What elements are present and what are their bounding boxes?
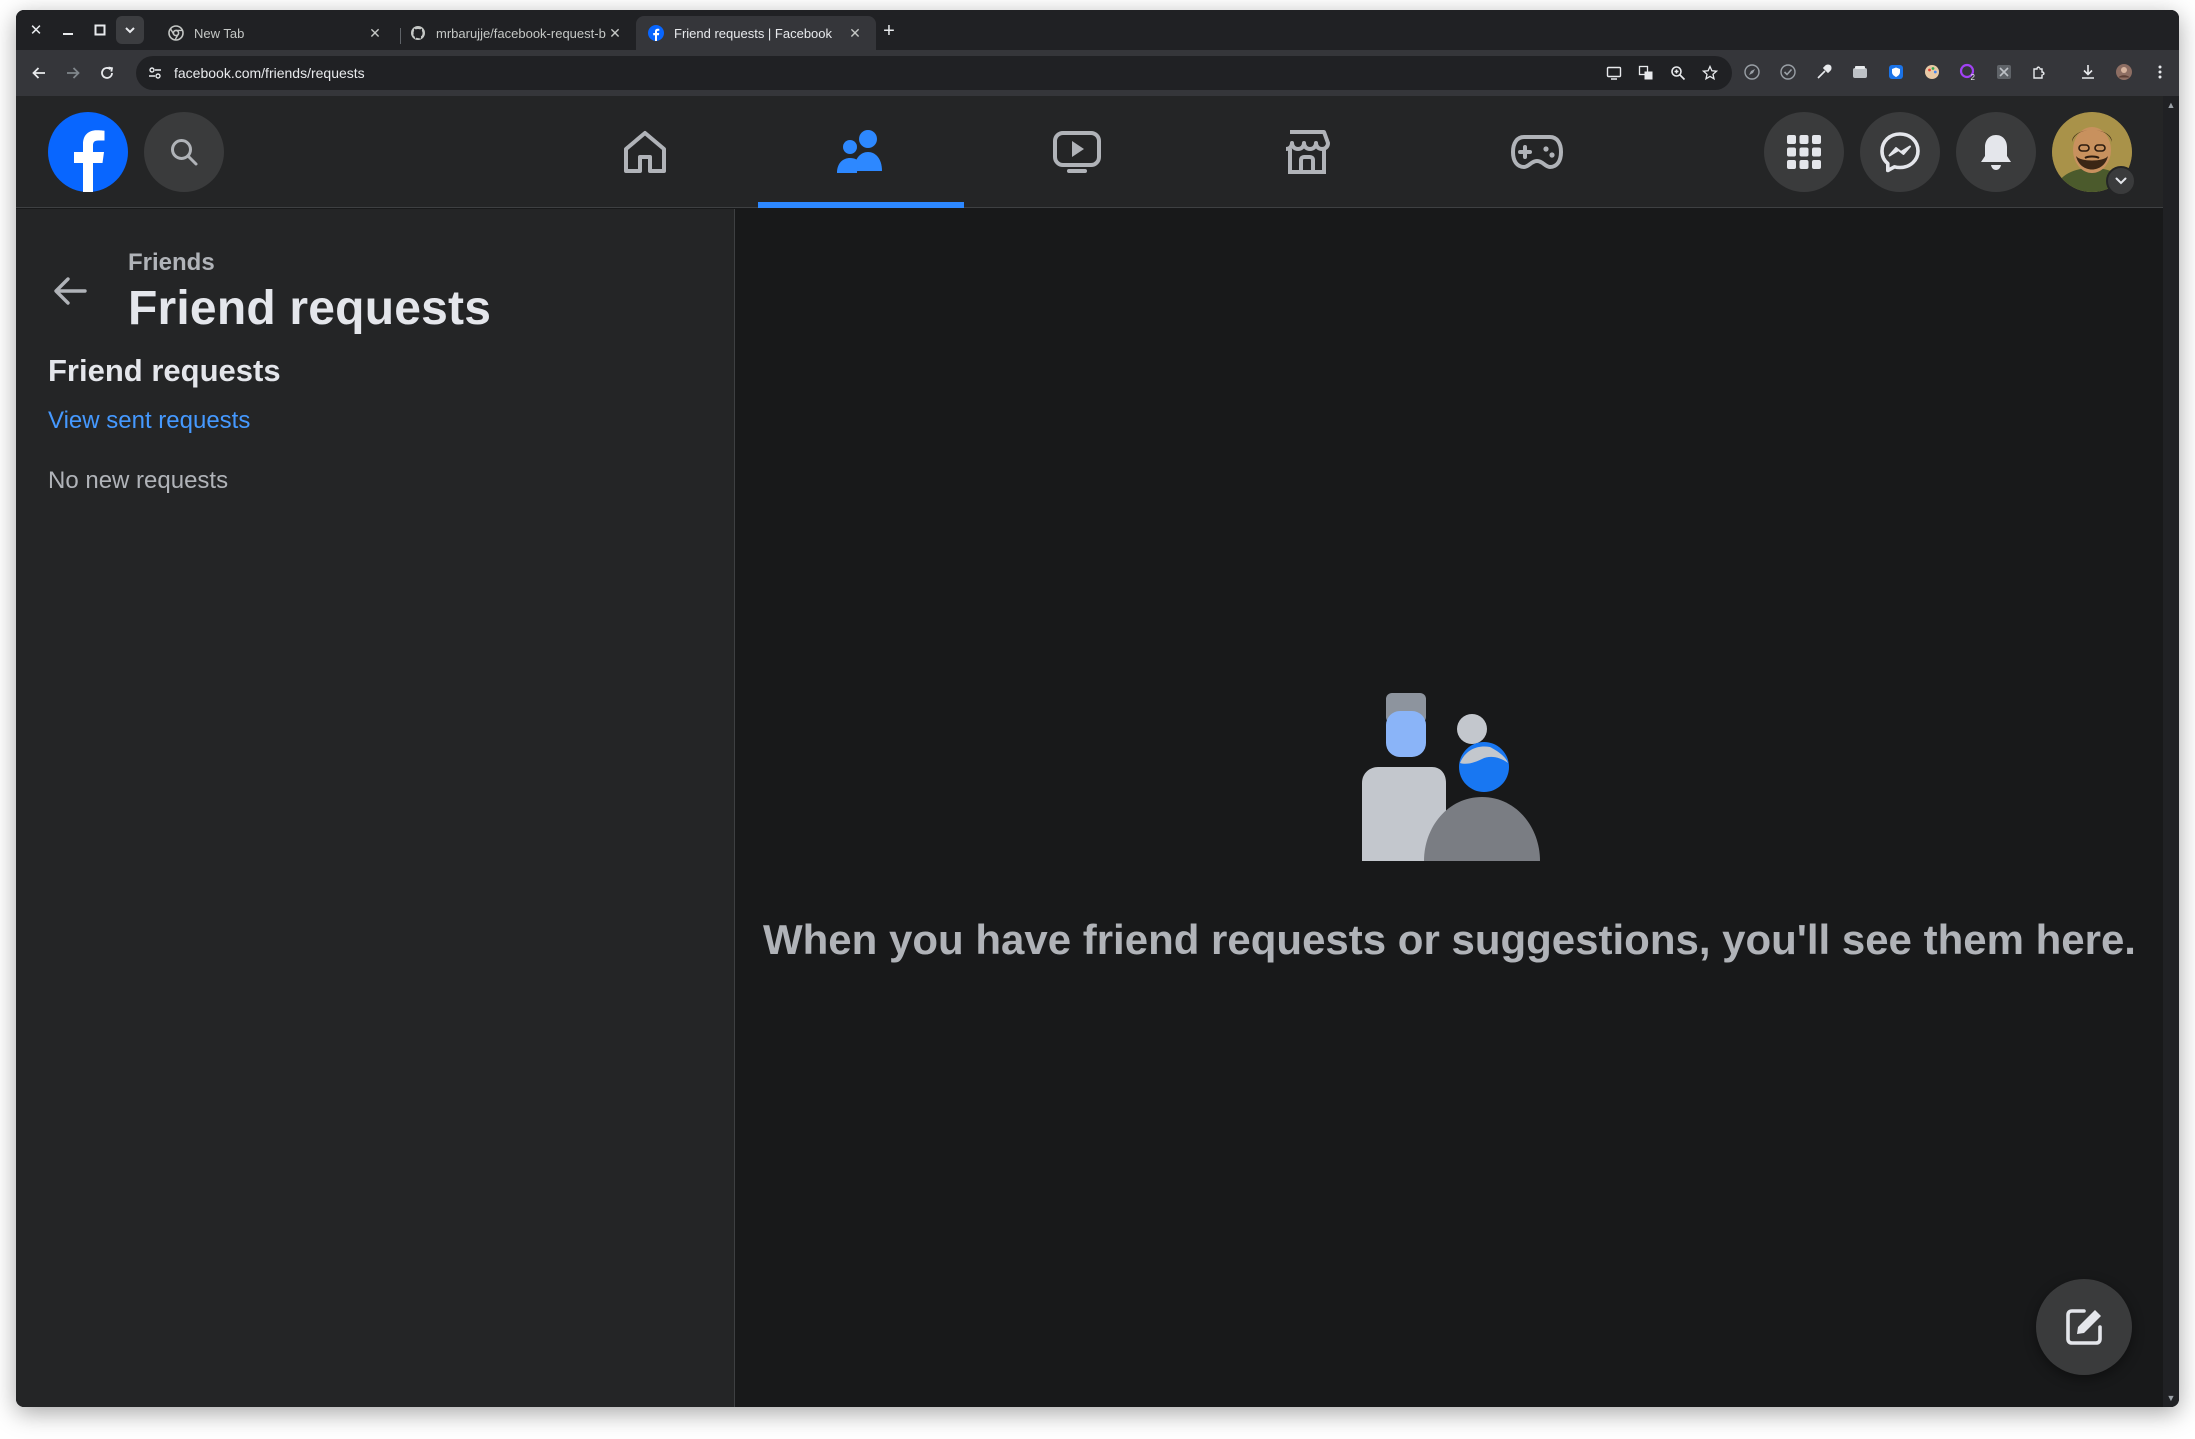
tab-search-icon[interactable] (116, 16, 144, 44)
tab-new-tab[interactable]: New Tab ✕ (156, 16, 396, 50)
download-icon[interactable] (2076, 60, 2100, 84)
friends-icon (837, 130, 882, 173)
new-tab-icon[interactable]: + (878, 20, 900, 42)
maximize-window-icon[interactable] (88, 18, 112, 42)
marketplace-icon (1285, 130, 1330, 174)
browser-window: ✕ New Tab ✕ mrbarujje/facebook-request-b… (16, 10, 2179, 1407)
tab-github[interactable]: mrbarujje/facebook-request-b ✕ (398, 16, 636, 50)
browser-menu-icon[interactable] (2148, 60, 2172, 84)
bookmark-star-icon[interactable] (1698, 61, 1722, 85)
watch-icon (1053, 131, 1101, 173)
nav-gaming[interactable] (1434, 96, 1640, 208)
github-icon (411, 26, 425, 40)
messenger-button[interactable] (1860, 112, 1940, 192)
facebook-icon (648, 25, 664, 41)
nav-watch[interactable] (974, 96, 1180, 208)
translate-icon[interactable] (1634, 61, 1658, 85)
new-message-button[interactable] (2036, 1279, 2132, 1375)
scroll-down-icon[interactable]: ▼ (2166, 1393, 2176, 1403)
scroll-up-icon[interactable]: ▲ (2166, 100, 2176, 110)
empty-state-message: When you have friend requests or suggest… (763, 916, 2136, 963)
tab-close-icon[interactable]: ✕ (846, 24, 864, 42)
empty-requests-text: No new requests (48, 467, 229, 494)
zoom-icon[interactable] (1666, 61, 1690, 85)
nav-marketplace[interactable] (1204, 96, 1410, 208)
compass-extension-icon[interactable] (1740, 60, 1764, 84)
palette-extension-icon[interactable] (1920, 60, 1944, 84)
back-icon[interactable] (26, 60, 52, 86)
notifications-button[interactable] (1956, 112, 2036, 192)
svg-text:2: 2 (1971, 73, 1976, 81)
main-content: When you have friend requests or suggest… (736, 209, 2163, 1407)
menu-grid-icon (1787, 135, 1821, 169)
extensions-puzzle-icon[interactable] (2028, 60, 2052, 84)
tab-close-icon[interactable]: ✕ (366, 24, 384, 42)
url-text: facebook.com/friends/requests (174, 65, 365, 81)
tab-title: mrbarujje/facebook-request-b (436, 25, 606, 41)
back-arrow-icon[interactable] (48, 269, 92, 313)
tab-strip: ✕ New Tab ✕ mrbarujje/facebook-request-b… (16, 10, 2179, 50)
nav-home[interactable] (542, 96, 748, 208)
wallet-extension-icon[interactable] (1848, 60, 1872, 84)
friends-sidebar: Friends Friend requests Friend requests … (16, 209, 735, 1407)
menu-grid-button[interactable] (1764, 112, 1844, 192)
chrome-icon (168, 25, 184, 41)
badge-extension-icon[interactable]: 2 (1956, 60, 1980, 84)
close-window-icon[interactable]: ✕ (24, 18, 48, 42)
facebook-header (16, 96, 2163, 208)
minimize-window-icon[interactable] (56, 18, 80, 42)
account-menu-chevron-icon[interactable] (2106, 166, 2136, 196)
tab-title: New Tab (194, 25, 245, 41)
page-title: Friend requests (128, 282, 492, 335)
check-extension-icon[interactable] (1776, 60, 1800, 84)
tab-close-icon[interactable]: ✕ (606, 24, 624, 42)
compose-icon (2066, 1309, 2102, 1345)
friends-empty-illustration-icon (1362, 693, 1540, 861)
view-sent-requests-link[interactable]: View sent requests (48, 407, 250, 435)
section-heading: Friend requests (48, 353, 281, 388)
browser-toolbar: facebook.com/friends/requests 2 (16, 50, 2179, 96)
home-icon (624, 131, 666, 173)
eyedropper-extension-icon[interactable] (1812, 60, 1836, 84)
shield-extension-icon[interactable] (1884, 60, 1908, 84)
facebook-logo-icon[interactable] (48, 112, 128, 192)
install-app-icon[interactable] (1602, 61, 1626, 85)
search-icon[interactable] (144, 112, 224, 192)
bell-icon (1981, 135, 2011, 170)
breadcrumb[interactable]: Friends (128, 249, 215, 277)
reload-icon[interactable] (94, 60, 120, 86)
messenger-icon (1880, 132, 1920, 173)
site-info-icon[interactable] (142, 60, 168, 86)
grid-extension-icon[interactable] (1992, 60, 2016, 84)
gaming-icon (1511, 135, 1563, 169)
extensions-bar: 2 (1740, 60, 2172, 84)
tab-facebook[interactable]: Friend requests | Facebook ✕ (636, 16, 876, 50)
forward-icon[interactable] (60, 60, 86, 86)
address-bar[interactable]: facebook.com/friends/requests (136, 56, 1732, 90)
nav-friends[interactable] (758, 96, 964, 208)
page-scrollbar[interactable]: ▲ ▼ (2163, 96, 2179, 1407)
profile-icon[interactable] (2112, 60, 2136, 84)
tab-title: Friend requests | Facebook (674, 25, 833, 41)
